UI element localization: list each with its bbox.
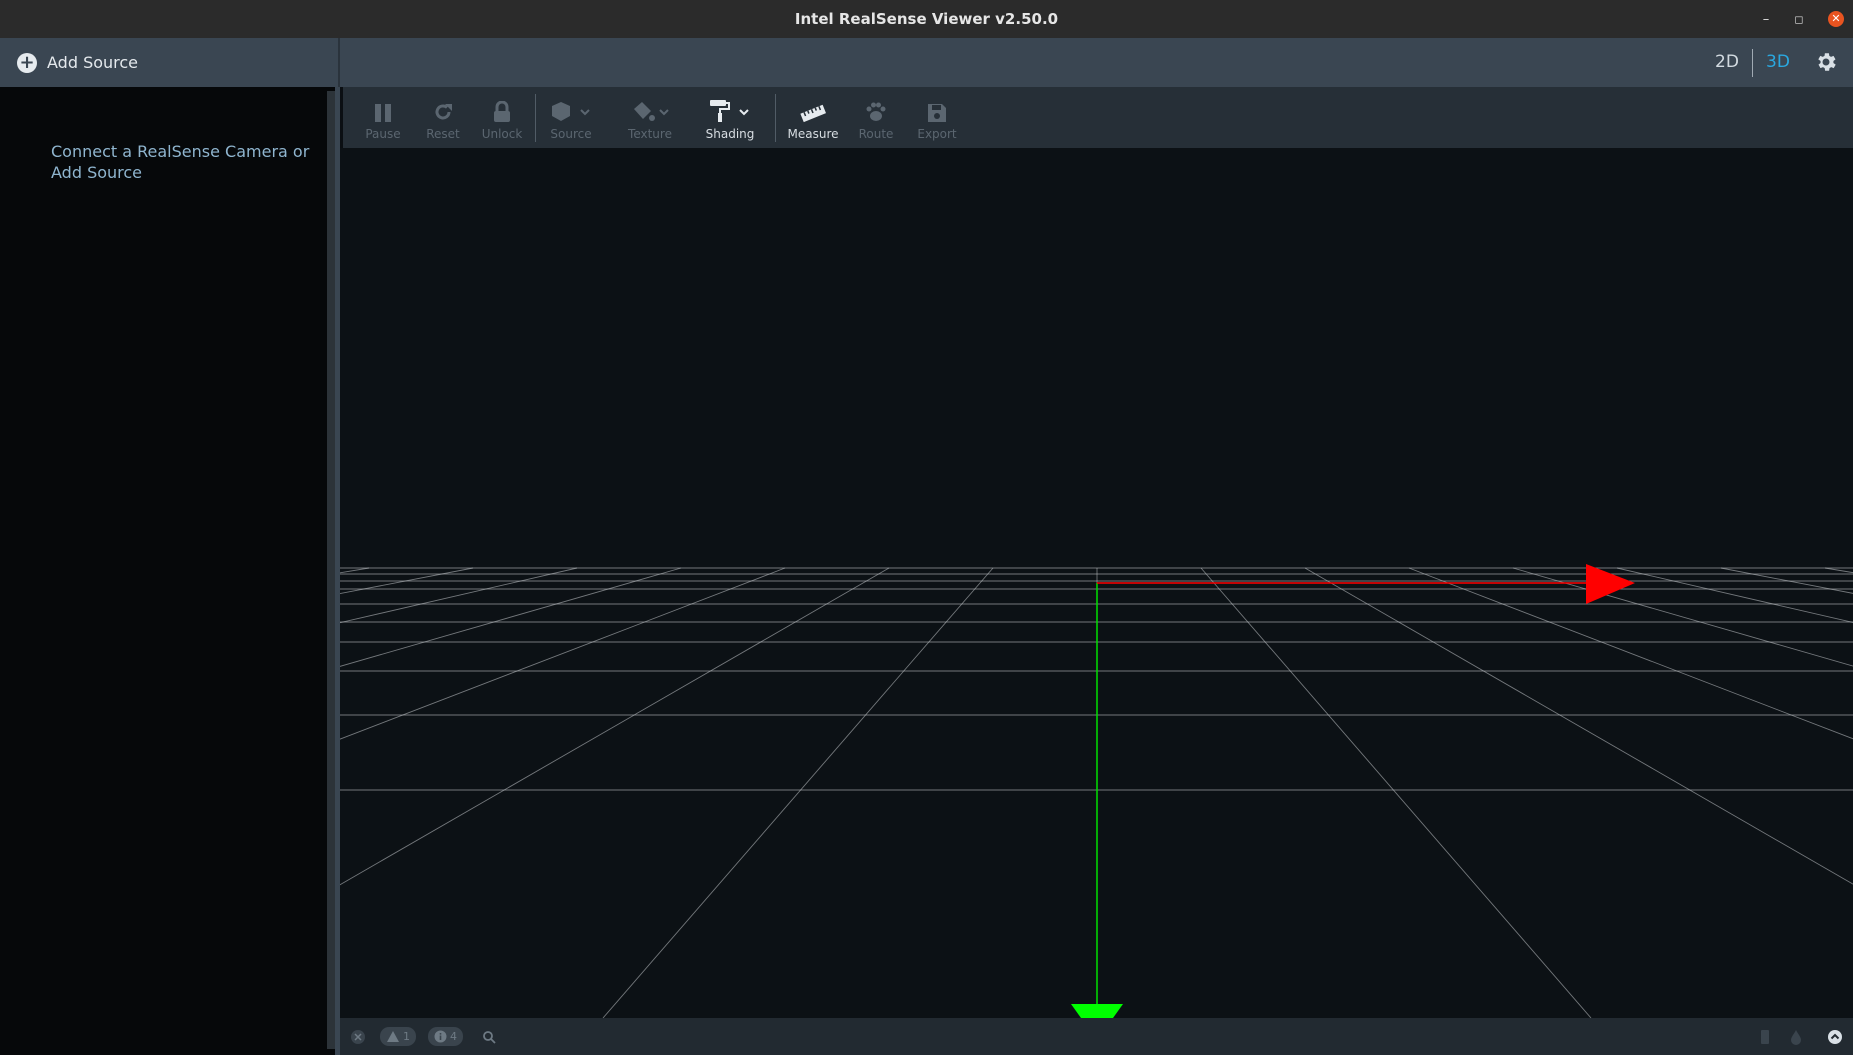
view-toggle-divider bbox=[1752, 49, 1753, 77]
grid-line bbox=[340, 567, 474, 595]
cube-icon bbox=[552, 102, 590, 121]
maximize-button[interactable]: ◻ bbox=[1789, 0, 1809, 38]
warnings-count: 1 bbox=[403, 1030, 410, 1043]
gear-icon[interactable] bbox=[1814, 50, 1838, 74]
paint-bucket-icon bbox=[634, 102, 669, 121]
collapse-log-button[interactable] bbox=[1827, 1027, 1843, 1046]
reset-label: Reset bbox=[426, 127, 460, 141]
plus-circle-icon: + bbox=[17, 52, 37, 73]
grid-line bbox=[1720, 567, 1853, 594]
viewport-toolbar: Pause Reset Unlock Source Texture Shadin… bbox=[343, 87, 1853, 148]
window-title-bar: Intel RealSense Viewer v2.50.0 – ◻ ✕ bbox=[0, 0, 1853, 39]
device-panel-scrollbar[interactable] bbox=[327, 91, 335, 1049]
y-axis-arrow bbox=[1071, 1004, 1123, 1018]
info-count: 4 bbox=[450, 1030, 457, 1043]
errors-button[interactable] bbox=[350, 1027, 366, 1046]
grid-line bbox=[1512, 567, 1853, 667]
temperature-indicator bbox=[1790, 1027, 1802, 1046]
unlock-label: Unlock bbox=[481, 127, 523, 141]
grid-line bbox=[340, 567, 578, 624]
minimize-button[interactable]: – bbox=[1756, 0, 1776, 38]
pause-button[interactable]: Pause bbox=[361, 87, 405, 148]
view-3d-toggle[interactable]: 3D bbox=[1766, 38, 1790, 87]
grid-line bbox=[1304, 567, 1853, 885]
shading-dropdown[interactable]: Shading bbox=[695, 87, 765, 148]
close-button[interactable]: ✕ bbox=[1826, 0, 1846, 38]
close-icon: ✕ bbox=[1828, 11, 1844, 27]
pause-icon bbox=[375, 104, 391, 122]
search-log-button[interactable] bbox=[482, 1027, 496, 1046]
view-header: 2D 3D bbox=[340, 38, 1853, 87]
add-source-label: Add Source bbox=[47, 53, 139, 72]
window-title: Intel RealSense Viewer v2.50.0 bbox=[794, 10, 1059, 28]
warnings-button[interactable]: 1 bbox=[380, 1027, 416, 1046]
shading-label: Shading bbox=[705, 127, 755, 141]
battery-icon bbox=[1761, 1029, 1769, 1044]
status-bar: 1 4 bbox=[340, 1018, 1853, 1055]
source-label: Source bbox=[550, 127, 592, 141]
grid-line bbox=[1824, 567, 1853, 574]
grid-line bbox=[340, 567, 370, 574]
droplet-icon bbox=[1791, 1029, 1801, 1045]
grid-line bbox=[1408, 567, 1853, 740]
info-icon bbox=[434, 1030, 447, 1043]
floppy-disk-icon bbox=[928, 104, 946, 122]
pause-label: Pause bbox=[365, 127, 401, 141]
grid-line bbox=[1616, 567, 1853, 623]
route-button[interactable]: Route bbox=[851, 87, 901, 148]
lock-icon bbox=[494, 101, 510, 122]
3d-viewport[interactable] bbox=[340, 148, 1853, 1018]
grid-line bbox=[340, 567, 890, 886]
left-panel-header: + Add Source bbox=[0, 38, 340, 87]
toolbar-separator bbox=[535, 94, 536, 142]
chevron-up-circle-icon bbox=[1828, 1029, 1842, 1044]
redo-icon bbox=[435, 104, 452, 120]
warning-icon bbox=[387, 1031, 399, 1042]
minimize-icon: – bbox=[1762, 11, 1770, 27]
cpu-usage-indicator bbox=[1760, 1027, 1770, 1046]
device-panel bbox=[0, 87, 340, 1055]
info-button[interactable]: 4 bbox=[428, 1027, 463, 1046]
texture-dropdown[interactable]: Texture bbox=[615, 87, 685, 148]
view-2d-toggle[interactable]: 2D bbox=[1715, 38, 1739, 87]
grid-line bbox=[340, 567, 786, 740]
error-circle-icon bbox=[351, 1029, 365, 1044]
toolbar-separator bbox=[775, 94, 776, 142]
reset-button[interactable]: Reset bbox=[421, 87, 465, 148]
grid-line bbox=[1200, 567, 1592, 1018]
paint-roller-icon bbox=[710, 100, 749, 122]
measure-label: Measure bbox=[787, 127, 839, 141]
paw-icon bbox=[866, 102, 886, 121]
grid-line bbox=[340, 567, 682, 667]
unlock-button[interactable]: Unlock bbox=[477, 87, 527, 148]
source-dropdown[interactable]: Source bbox=[541, 87, 601, 148]
search-icon bbox=[483, 1030, 496, 1044]
route-label: Route bbox=[858, 127, 894, 141]
maximize-icon: ◻ bbox=[1794, 12, 1804, 26]
add-source-button[interactable]: + Add Source bbox=[17, 52, 139, 73]
export-button[interactable]: Export bbox=[909, 87, 965, 148]
texture-label: Texture bbox=[628, 127, 672, 141]
grid-line bbox=[602, 567, 994, 1018]
measure-button[interactable]: Measure bbox=[781, 87, 845, 148]
3d-scene bbox=[340, 564, 1853, 1018]
export-label: Export bbox=[917, 127, 957, 141]
connect-camera-message: Connect a RealSense Camera or Add Source bbox=[51, 142, 310, 182]
ruler-icon bbox=[800, 104, 826, 123]
